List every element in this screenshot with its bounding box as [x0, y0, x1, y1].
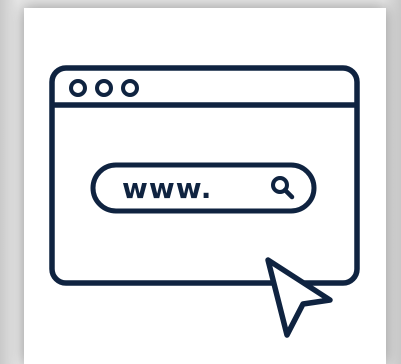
mouse-pointer-icon	[265, 257, 333, 338]
address-bar: www.	[90, 162, 317, 214]
window-dot-3	[121, 79, 139, 97]
address-text: www.	[122, 172, 212, 205]
window-dot-2	[95, 79, 113, 97]
browser-illustration: www.	[49, 65, 360, 338]
window-dots	[69, 79, 139, 97]
window-dot-1	[69, 79, 87, 97]
